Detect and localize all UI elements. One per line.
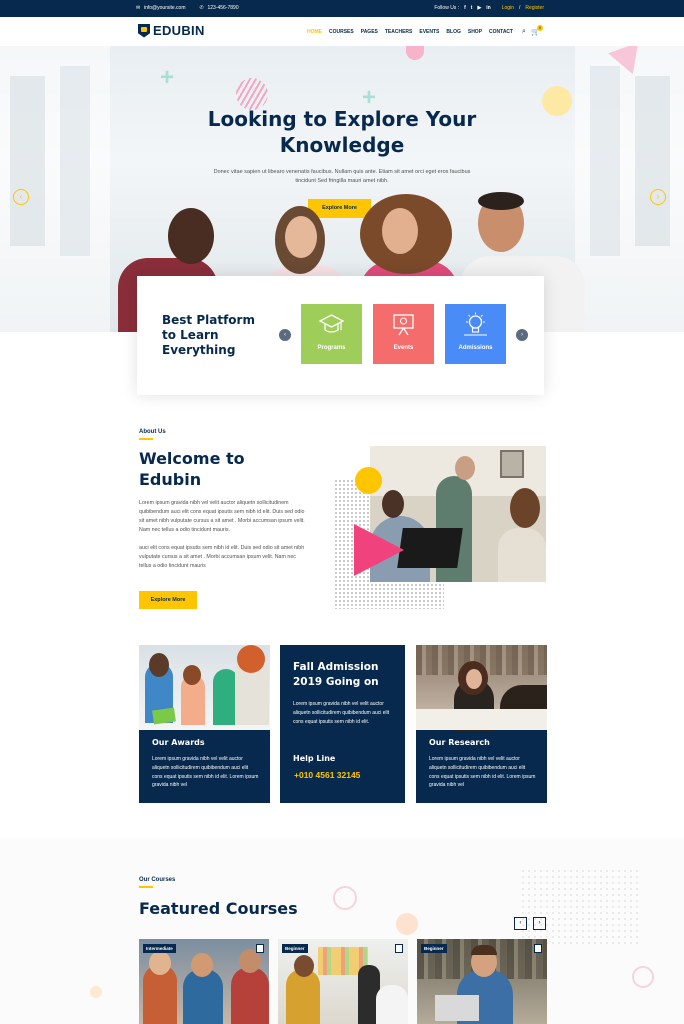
nav-item-contact[interactable]: CONTACT	[489, 29, 513, 35]
nav-item-teachers[interactable]: TEACHERS	[385, 29, 413, 35]
platform-next-arrow-icon[interactable]: ›	[516, 329, 528, 341]
research-image	[416, 645, 547, 731]
pink-half-circle-shape	[406, 46, 424, 60]
course-level-badge: Beginner	[282, 944, 308, 953]
awards-text: Lorem ipsum gravida nibh vel velit aucto…	[152, 756, 259, 789]
hero-text: Donec vitae sapien ut libearo venenatis …	[213, 169, 471, 184]
course-card[interactable]: Beginner	[278, 939, 408, 1024]
category-card-programs[interactable]: Programs	[301, 304, 362, 364]
admission-card[interactable]: Fall Admission 2019 Going on Lorem ipsum…	[280, 645, 405, 803]
research-title: Our Research	[429, 738, 490, 747]
peach-circle-shape	[90, 986, 102, 998]
presentation-icon	[393, 314, 414, 336]
phone-icon: ✆	[199, 5, 204, 12]
courses-next-arrow-icon[interactable]: ›	[533, 917, 546, 930]
peach-circle-shape	[396, 913, 418, 935]
nav-item-events[interactable]: EVENTS	[419, 29, 439, 35]
about-label: About Us	[139, 429, 166, 435]
bookmark-icon[interactable]	[395, 944, 403, 953]
hero-window-pane	[635, 76, 670, 246]
research-card[interactable]: Our Research Lorem ipsum gravida nibh ve…	[416, 645, 547, 803]
pink-triangle-shape	[354, 524, 404, 576]
top-bar: ✉ info@yoursite.com ✆ 123-456-7890 Follow …	[0, 0, 684, 17]
youtube-icon[interactable]: ▶	[477, 5, 481, 11]
nav-item-courses[interactable]: COURSES	[329, 29, 354, 35]
research-text: Lorem ipsum gravida nibh vel velit aucto…	[429, 756, 536, 789]
logo-shield-icon	[138, 23, 150, 38]
envelope-icon: ✉	[136, 5, 141, 12]
about-title: Welcome to Edubin	[139, 448, 245, 489]
nav-menu: HOME COURSES PAGES TEACHERS EVENTS BLOG …	[307, 29, 513, 35]
nav-item-pages[interactable]: PAGES	[361, 29, 378, 35]
about-paragraph-2: auci elit cons equat ipsutis sem nibh id…	[139, 544, 305, 569]
platform-title: Best Platform to Learn Everything	[162, 313, 255, 357]
about-label-underline	[139, 438, 153, 440]
awards-title: Our Awards	[152, 738, 205, 747]
category-label: Admissions	[458, 345, 493, 351]
course-card[interactable]: Beginner	[417, 939, 547, 1024]
hero-window-pane	[60, 66, 90, 256]
ring-shape	[333, 886, 357, 910]
course-level-badge: Intermediate	[143, 944, 176, 953]
login-separator: /	[518, 5, 521, 11]
help-line-label: Help Line	[293, 754, 336, 763]
category-card-events[interactable]: Events	[373, 304, 434, 364]
login-link[interactable]: Login	[502, 5, 514, 11]
phone-contact[interactable]: ✆ 123-456-7890	[199, 5, 238, 11]
nav-item-blog[interactable]: BLOG	[446, 29, 460, 35]
nav-item-home[interactable]: HOME	[307, 29, 322, 35]
hero-title: Looking to Explore Your Knowledge	[207, 107, 477, 157]
email-contact[interactable]: ✉ info@yoursite.com	[136, 5, 185, 11]
bookmark-icon[interactable]	[256, 944, 264, 953]
hero-window-pane	[10, 76, 45, 246]
follow-label: Follow Us :	[434, 5, 460, 11]
linkedin-icon[interactable]: in	[486, 5, 490, 11]
courses-header: Our Courses Featured Courses	[139, 877, 298, 919]
about-paragraph-1: Lorem ipsum gravida nibh vel velit aucto…	[139, 499, 305, 533]
help-line-phone[interactable]: +010 4561 32145	[294, 770, 360, 780]
facebook-icon[interactable]: f	[464, 5, 466, 11]
hero-window-pane	[590, 66, 620, 256]
courses-prev-arrow-icon[interactable]: ‹	[514, 917, 527, 930]
dotted-pattern-shape	[520, 868, 640, 948]
twitter-icon[interactable]: t	[471, 5, 473, 11]
courses-title: Featured Courses	[139, 898, 298, 918]
plus-shape: +	[160, 64, 175, 91]
courses-label: Our Courses	[139, 877, 176, 883]
bookmark-icon[interactable]	[534, 944, 542, 953]
category-label: Programs	[317, 345, 346, 351]
lightbulb-icon	[464, 312, 487, 336]
logo-text: EDUBIN	[153, 23, 205, 38]
yellow-circle-shape	[355, 467, 382, 494]
logo[interactable]: EDUBIN	[138, 23, 205, 38]
nav-item-shop[interactable]: SHOP	[468, 29, 482, 35]
platform-box: Best Platform to Learn Everything ‹ Prog…	[137, 276, 544, 395]
courses-label-underline	[139, 886, 153, 888]
course-level-badge: Beginner	[421, 944, 447, 953]
course-card[interactable]: Intermediate	[139, 939, 269, 1024]
about-section: About Us Welcome to Edubin Lorem ipsum g…	[139, 429, 309, 571]
graduation-cap-icon	[318, 314, 345, 333]
awards-image	[139, 645, 270, 730]
cart-count-badge: 0	[537, 25, 543, 31]
about-explore-button[interactable]: Explore More	[139, 591, 197, 609]
category-card-admissions[interactable]: Admissions	[445, 304, 506, 364]
search-icon[interactable]: ⌕	[522, 28, 526, 36]
hero-next-arrow-icon[interactable]: ›	[650, 189, 666, 205]
awards-card[interactable]: Our Awards Lorem ipsum gravida nibh vel …	[139, 645, 270, 803]
admission-title: Fall Admission 2019 Going on	[293, 661, 379, 688]
main-navbar: EDUBIN HOME COURSES PAGES TEACHERS EVENT…	[0, 17, 684, 46]
category-label: Events	[393, 345, 414, 351]
ring-shape	[632, 966, 654, 988]
platform-prev-arrow-icon[interactable]: ‹	[279, 329, 291, 341]
register-link[interactable]: Register	[525, 5, 544, 11]
hero-prev-arrow-icon[interactable]: ‹	[13, 189, 29, 205]
admission-text: Lorem ipsum gravida nibh vel velit aucto…	[293, 701, 390, 725]
